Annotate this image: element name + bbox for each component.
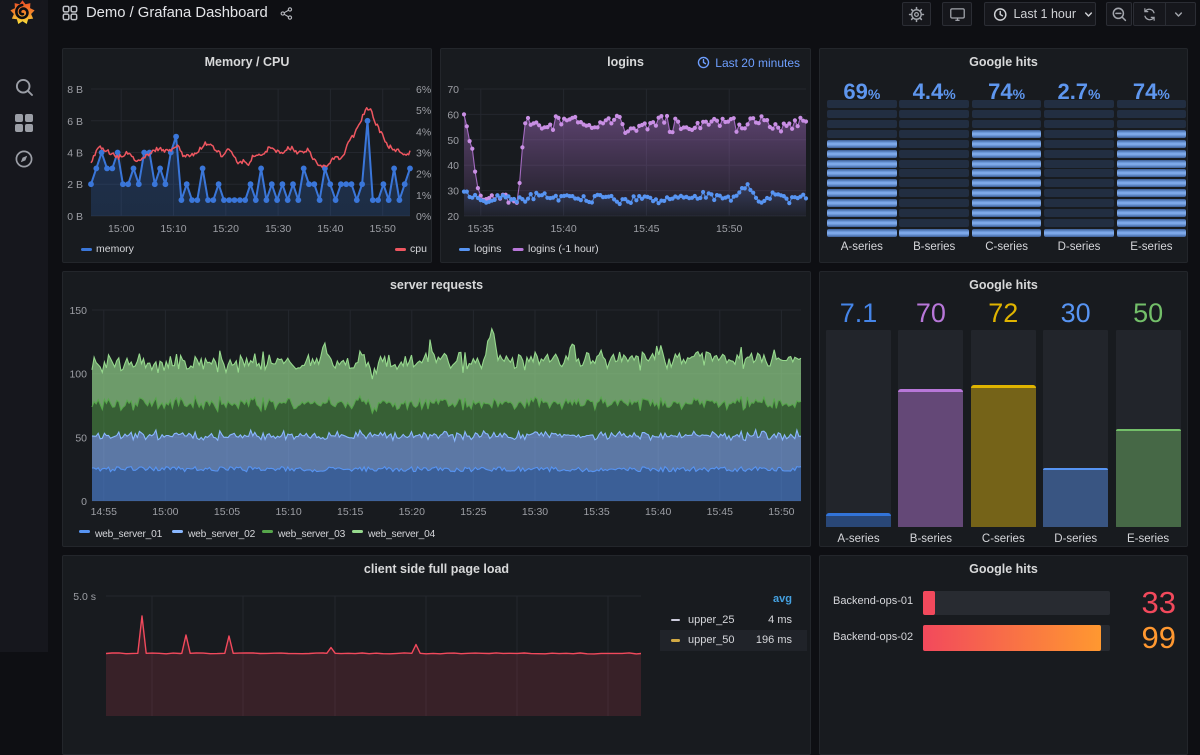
svg-text:0%: 0%: [416, 211, 431, 223]
svg-text:100: 100: [69, 369, 87, 381]
svg-text:20: 20: [447, 211, 459, 223]
svg-text:6 B: 6 B: [67, 116, 83, 128]
svg-text:0 B: 0 B: [67, 211, 83, 223]
svg-text:30: 30: [447, 186, 459, 198]
svg-text:15:35: 15:35: [468, 223, 494, 235]
svg-text:14:55: 14:55: [91, 506, 117, 518]
svg-text:4 B: 4 B: [67, 148, 83, 160]
svg-text:5.0 s: 5.0 s: [73, 591, 96, 603]
svg-text:50: 50: [75, 432, 87, 444]
svg-text:5%: 5%: [416, 105, 431, 117]
svg-text:15:30: 15:30: [265, 223, 291, 235]
svg-text:15:10: 15:10: [160, 223, 186, 235]
svg-text:15:50: 15:50: [370, 223, 396, 235]
svg-text:logins: logins: [474, 243, 501, 255]
svg-text:15:45: 15:45: [707, 506, 733, 518]
svg-text:cpu: cpu: [410, 243, 427, 255]
svg-text:0: 0: [81, 496, 87, 508]
svg-text:15:40: 15:40: [317, 223, 343, 235]
svg-text:70: 70: [447, 84, 459, 96]
svg-text:150: 150: [69, 305, 87, 317]
svg-text:15:30: 15:30: [522, 506, 548, 518]
svg-text:15:15: 15:15: [337, 506, 363, 518]
svg-text:40: 40: [447, 160, 459, 172]
svg-text:15:05: 15:05: [214, 506, 240, 518]
svg-text:15:40: 15:40: [645, 506, 671, 518]
svg-text:8 B: 8 B: [67, 84, 83, 96]
svg-text:15:20: 15:20: [213, 223, 239, 235]
svg-text:web_server_01: web_server_01: [94, 529, 163, 540]
svg-text:web_server_03: web_server_03: [277, 529, 346, 540]
svg-text:15:25: 15:25: [460, 506, 486, 518]
svg-text:1%: 1%: [416, 190, 431, 202]
svg-text:memory: memory: [96, 243, 135, 255]
svg-text:15:20: 15:20: [399, 506, 425, 518]
svg-text:15:35: 15:35: [583, 506, 609, 518]
svg-text:4%: 4%: [416, 126, 431, 138]
svg-text:2%: 2%: [416, 169, 431, 181]
svg-text:15:00: 15:00: [152, 506, 178, 518]
svg-text:15:10: 15:10: [275, 506, 301, 518]
svg-text:15:45: 15:45: [633, 223, 659, 235]
svg-text:60: 60: [447, 109, 459, 121]
svg-text:15:00: 15:00: [108, 223, 134, 235]
svg-text:web_server_02: web_server_02: [187, 529, 256, 540]
svg-text:15:40: 15:40: [550, 223, 576, 235]
svg-text:web_server_04: web_server_04: [367, 529, 436, 540]
svg-text:15:50: 15:50: [716, 223, 742, 235]
svg-text:6%: 6%: [416, 84, 431, 96]
svg-text:2 B: 2 B: [67, 179, 83, 191]
svg-text:logins (-1 hour): logins (-1 hour): [528, 243, 599, 255]
svg-text:50: 50: [447, 135, 459, 147]
svg-text:3%: 3%: [416, 148, 431, 160]
svg-text:15:50: 15:50: [768, 506, 794, 518]
